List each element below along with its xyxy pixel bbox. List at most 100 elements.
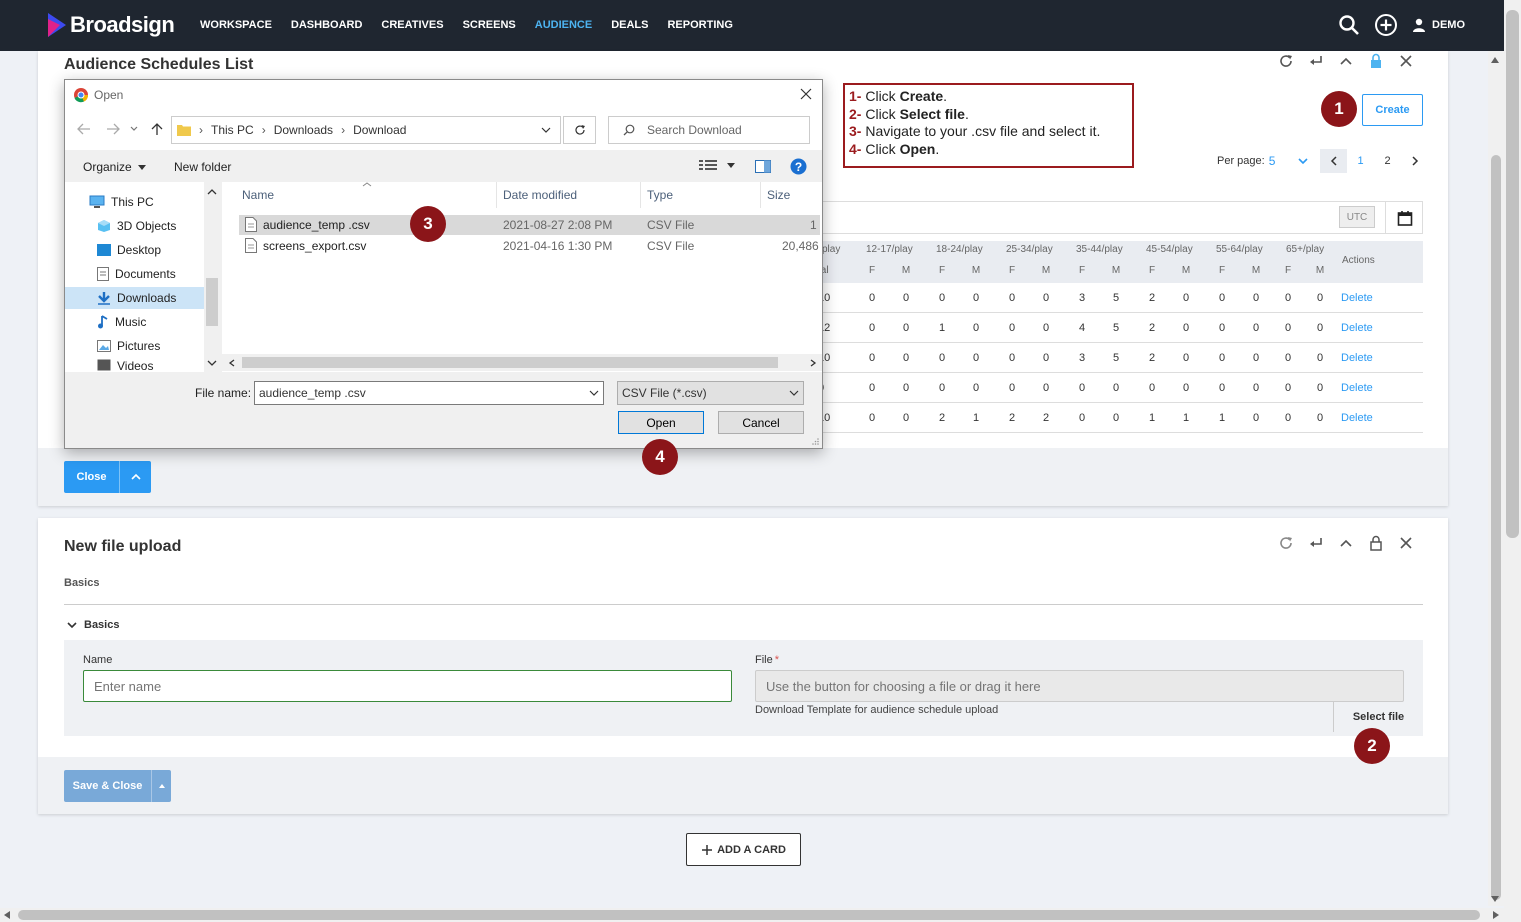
nav-reporting[interactable]: REPORTING [667,19,732,31]
organize-menu[interactable]: Organize [83,160,146,174]
download-template-link[interactable]: Download Template for audience schedule … [755,704,998,716]
cancel-button[interactable]: Cancel [718,411,804,434]
close-icon[interactable] [1398,535,1414,551]
tree-item-music[interactable]: Music [65,311,205,333]
per-page-value[interactable]: 5 [1269,154,1276,168]
address-dropdown-icon[interactable] [541,126,551,134]
scroll-right-arrow-icon[interactable] [1492,911,1500,919]
page-2-button[interactable]: 2 [1374,149,1401,173]
unlock-icon[interactable] [1368,535,1384,551]
tree-item-3d-objects[interactable]: 3D Objects [65,215,205,237]
select-file-button[interactable]: Select file [1333,702,1423,732]
nav-audience[interactable]: AUDIENCE [535,19,592,31]
per-page-selector[interactable]: Per page: 5 [1217,154,1309,168]
back-arrow-icon[interactable] [77,123,91,135]
collapse-icon[interactable] [1338,535,1354,551]
close-options-button[interactable] [119,461,151,493]
chevron-right-icon[interactable] [810,359,817,367]
new-folder-button[interactable]: New folder [174,160,231,174]
nav-pane-scroll-thumb[interactable] [206,278,218,326]
breadcrumb-this-pc[interactable]: This PC [211,123,254,137]
up-arrow-icon[interactable] [150,122,164,136]
delete-link[interactable]: Delete [1341,352,1373,364]
chevron-down-icon[interactable] [589,390,599,397]
column-name[interactable]: Name [242,188,274,202]
column-type[interactable]: Type [647,188,673,202]
file-row[interactable]: screens_export.csv 2021-04-16 1:30 PM CS… [239,236,820,256]
user-menu[interactable]: DEMO [1412,18,1465,32]
nav-dashboard[interactable]: DASHBOARD [291,19,363,31]
filetype-select[interactable]: CSV File (*.csv) [617,381,804,405]
open-button[interactable]: Open [618,411,704,434]
delete-link[interactable]: Delete [1341,382,1373,394]
basics-section-toggle[interactable]: Basics [66,619,119,631]
chevron-left-icon[interactable] [228,359,235,367]
horizontal-scrollbar-thumb[interactable] [18,910,1480,920]
column-size[interactable]: Size [767,188,790,202]
chevron-up-icon[interactable] [207,188,217,195]
refresh-location-button[interactable] [563,116,596,144]
collapse-icon[interactable] [1338,53,1354,69]
delete-link[interactable]: Delete [1341,322,1373,334]
file-row[interactable]: audience_temp .csv 2021-08-27 2:08 PM CS… [239,215,820,235]
recent-dropdown-icon[interactable] [130,125,138,133]
filename-input[interactable]: audience_temp .csv [254,381,604,405]
window-scrollbar-thumb[interactable] [1506,10,1519,538]
breadcrumb-download[interactable]: Download [353,123,406,137]
nav-deals[interactable]: DEALS [611,19,648,31]
tree-item-documents[interactable]: Documents [65,263,205,285]
breadcrumb-downloads[interactable]: Downloads [274,123,333,137]
page-scrollbar-thumb[interactable] [1491,155,1501,900]
return-icon[interactable] [1308,535,1324,551]
add-card-button[interactable]: ADD A CARD [686,833,801,866]
page-1-button[interactable]: 1 [1347,149,1374,173]
broadsign-logo[interactable]: Broadsign [48,12,175,38]
address-bar[interactable]: › This PC › Downloads › Download [171,116,561,144]
nav-screens[interactable]: SCREENS [463,19,516,31]
cell-value: 0 [1182,292,1190,304]
prev-page-button[interactable] [1320,149,1347,173]
nav-workspace[interactable]: WORKSPACE [200,19,272,31]
view-options[interactable] [699,159,735,171]
close-icon[interactable] [1398,53,1414,69]
name-input[interactable] [83,670,732,702]
lock-icon[interactable] [1368,53,1384,69]
save-options-button[interactable] [151,770,171,802]
refresh-icon[interactable] [1278,53,1294,69]
tree-item-this-pc[interactable]: This PC [65,191,205,213]
delete-link[interactable]: Delete [1341,412,1373,424]
save-close-button[interactable]: Save & Close [64,770,151,802]
close-button[interactable]: Close [64,461,119,493]
create-button[interactable]: Create [1362,94,1423,126]
scroll-left-arrow-icon[interactable] [3,911,11,919]
preview-pane-icon[interactable] [755,160,771,173]
dialog-close-icon[interactable] [800,88,812,100]
refresh-icon[interactable] [1278,535,1294,551]
downloads-icon [98,292,110,305]
date-range-input[interactable] [822,201,1423,234]
resize-grip-icon[interactable] [811,437,820,446]
chevron-down-icon[interactable] [1297,155,1309,167]
next-page-button[interactable] [1401,149,1428,173]
tree-item-videos[interactable]: Videos [65,359,205,372]
file-list-hscroll-thumb[interactable] [242,357,778,368]
forward-arrow-icon[interactable] [106,123,120,135]
basics-tab[interactable]: Basics [64,577,99,589]
delete-link[interactable]: Delete [1341,292,1373,304]
scroll-down-arrow-icon[interactable] [1490,895,1500,903]
nav-pane-scrollbar[interactable] [204,182,220,372]
tree-item-downloads[interactable]: Downloads [65,287,205,309]
tree-item-desktop[interactable]: Desktop [65,239,205,261]
nav-creatives[interactable]: CREATIVES [381,19,443,31]
chevron-down-icon[interactable] [207,360,217,367]
return-icon[interactable] [1308,53,1324,69]
search-download-input[interactable]: Search Download [608,116,810,144]
scroll-up-arrow-icon[interactable] [1490,56,1500,64]
help-icon[interactable]: ? [790,158,807,175]
search-icon[interactable] [1338,14,1360,36]
calendar-button[interactable] [1385,201,1423,234]
column-date-modified[interactable]: Date modified [503,188,577,202]
file-input[interactable] [755,670,1404,702]
add-circle-icon[interactable] [1374,13,1398,37]
tree-item-pictures[interactable]: Pictures [65,335,205,357]
